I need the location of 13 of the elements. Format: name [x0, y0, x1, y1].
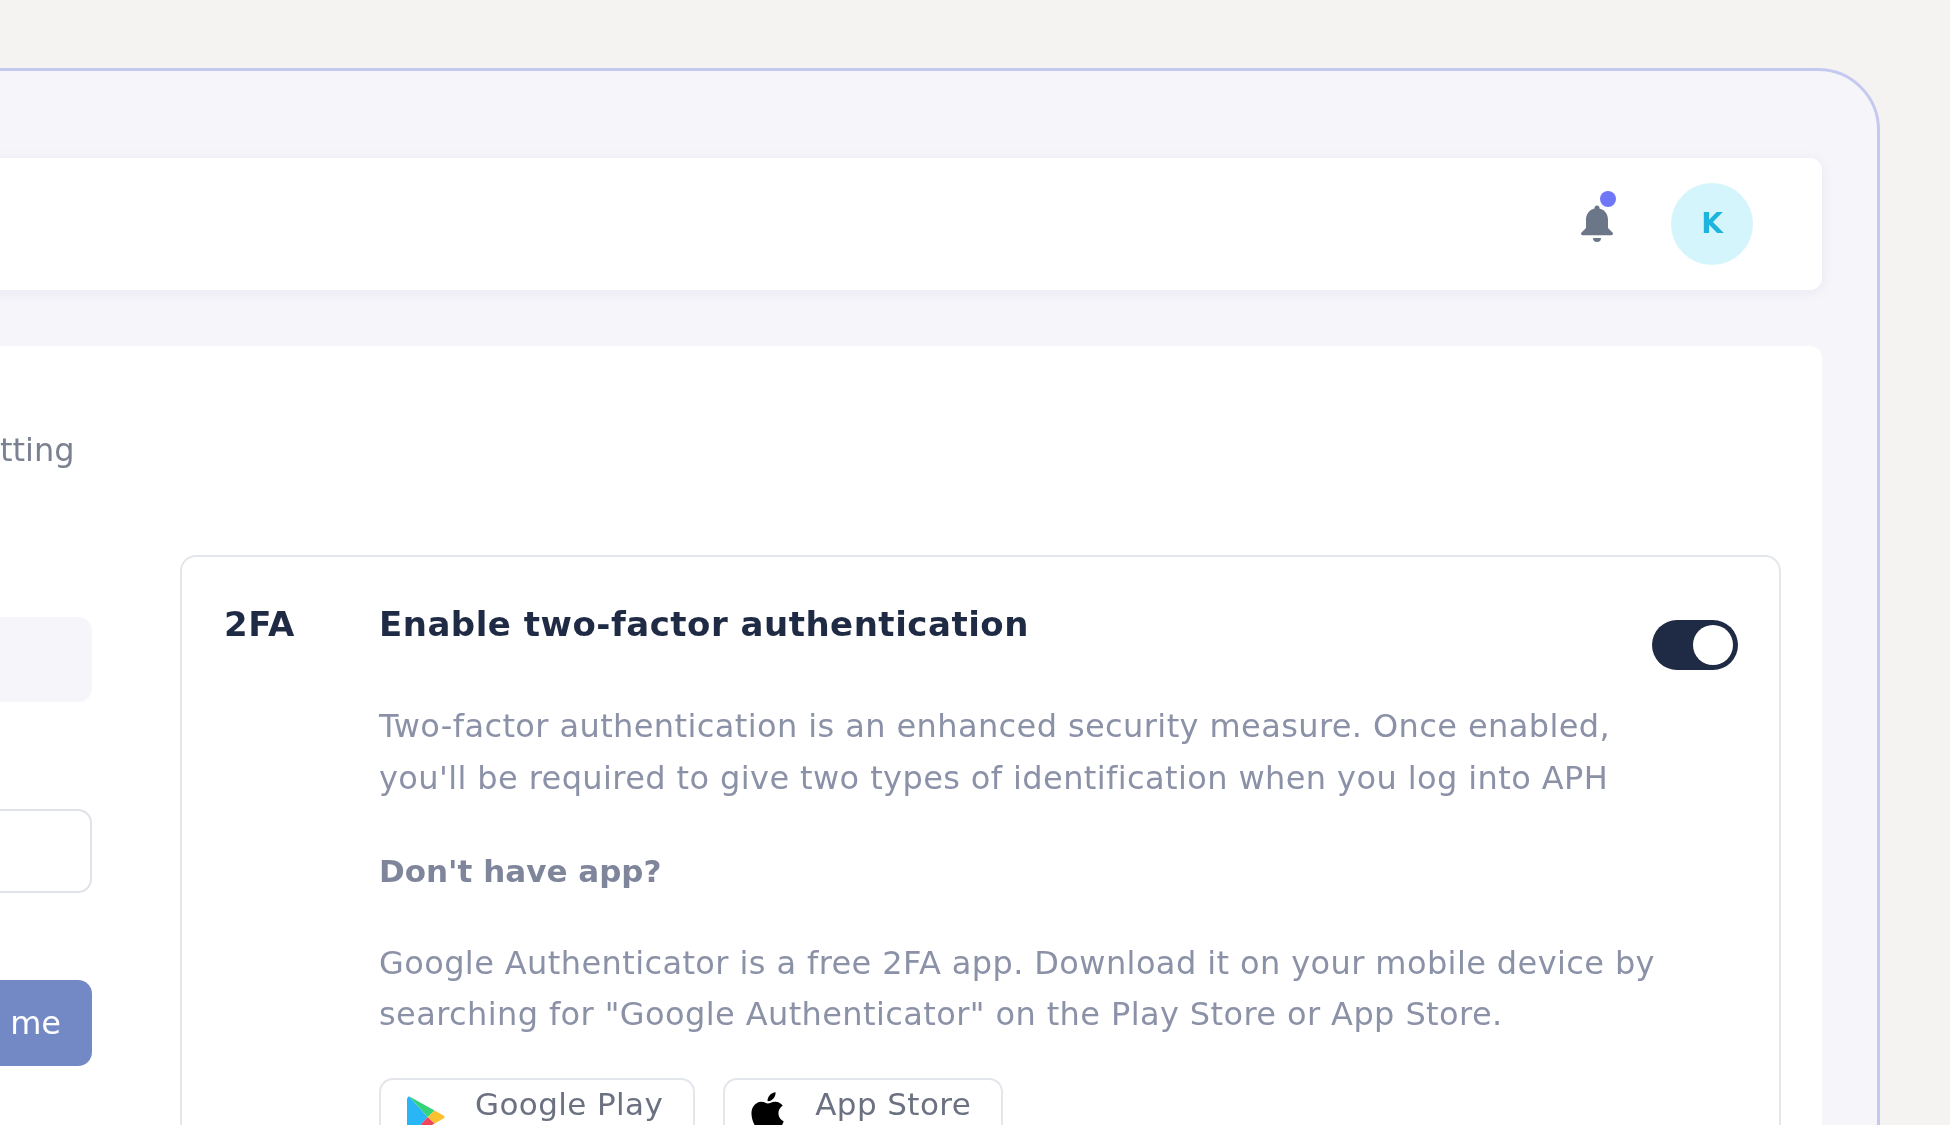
- description-text: Two-factor authentication is an enhanced security measure. Once enabled, you'll be required to give two types of identification when you log into APH: [379, 706, 1612, 799]
- card-title: Enable two-factor authentication: [379, 603, 1029, 646]
- help-text: Google Authenticator is a free 2FA app. Download it on your mobile device by searching for "Google Authenticator" on the Play Store or App Store.: [379, 943, 1656, 1035]
- bell-icon[interactable]: [1578, 204, 1616, 244]
- action-button[interactable]: me: [0, 980, 92, 1066]
- subheading: Don't have app?: [379, 852, 662, 891]
- section-tag: 2FA: [224, 604, 295, 644]
- store-button[interactable]: Google Play: [379, 1078, 696, 1125]
- store-button[interactable]: App Store: [723, 1078, 1004, 1125]
- apple-icon: [751, 1092, 786, 1125]
- toggle-switch[interactable]: [1652, 620, 1738, 670]
- input-field[interactable]: [0, 809, 92, 893]
- page-heading: tting: [0, 430, 75, 471]
